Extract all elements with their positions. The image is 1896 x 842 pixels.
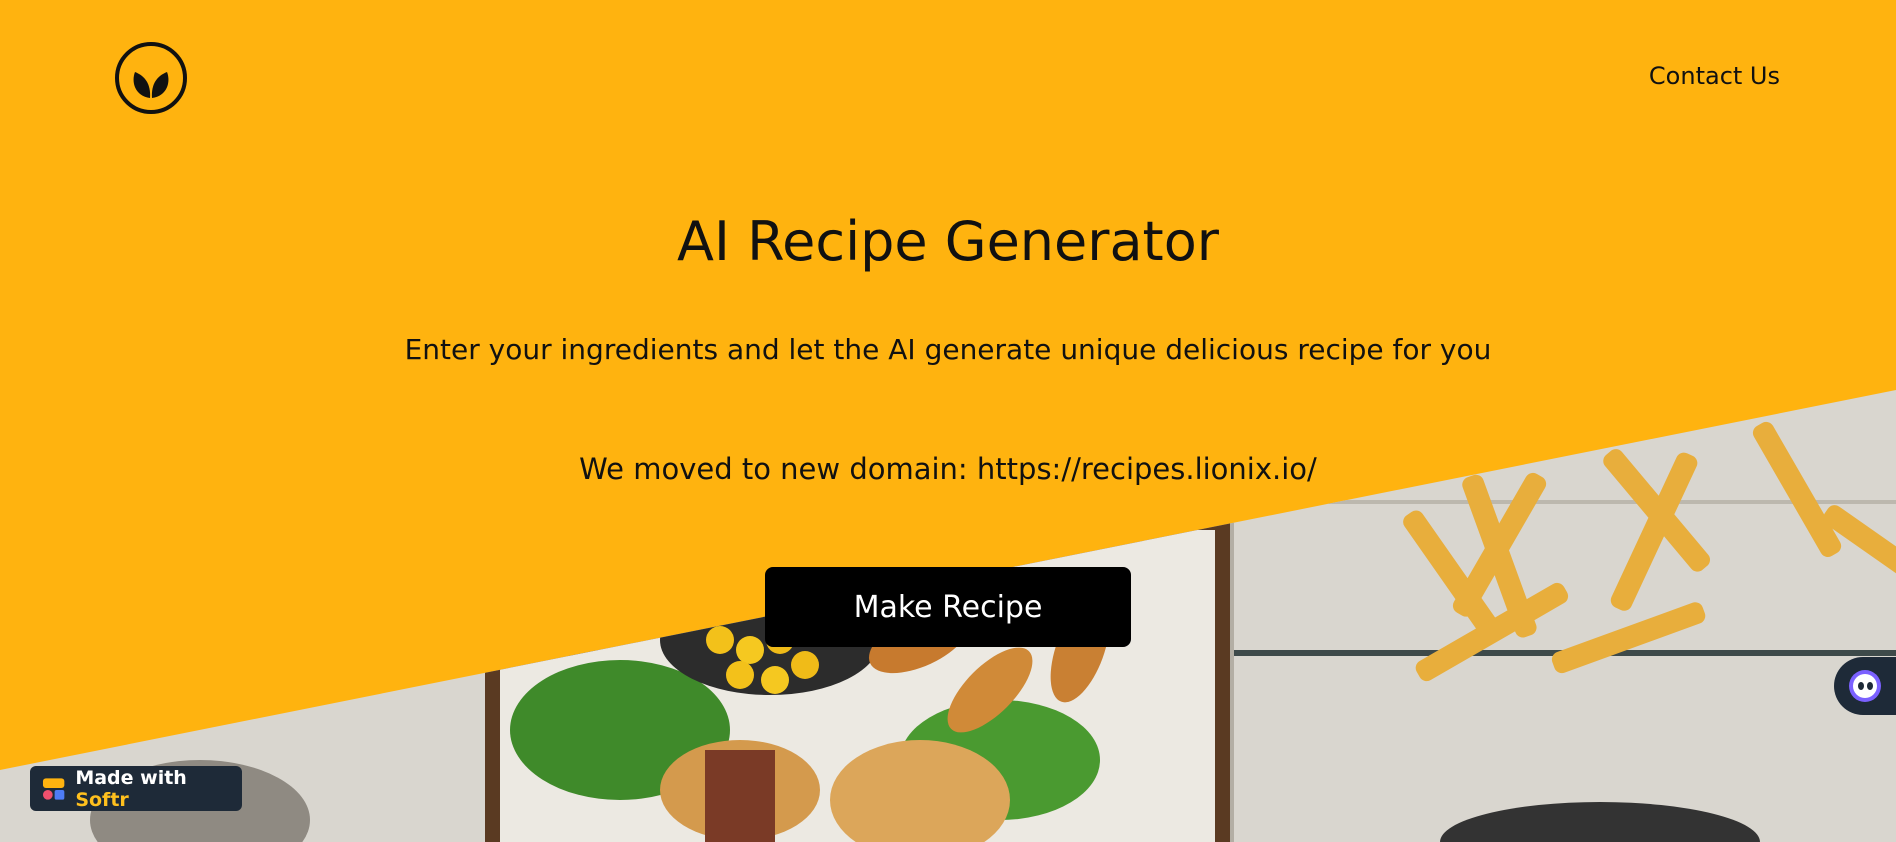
landing-page: Contact Us AI Recipe Generator Enter you… [0,0,1896,842]
chat-widget-button[interactable] [1834,657,1896,715]
page-title: AI Recipe Generator [677,210,1219,273]
made-with-softr-badge[interactable]: Made with Softr [30,766,242,811]
leaf-logo-icon[interactable] [113,40,189,116]
softr-badge-label: Made with Softr [75,766,187,811]
domain-notice: We moved to new domain: https://recipes.… [579,452,1317,486]
contact-us-link[interactable]: Contact Us [1649,62,1780,90]
food-background-image [0,390,1896,842]
chat-bot-icon [1849,670,1881,702]
hero-subtitle: Enter your ingredients and let the AI ge… [404,333,1492,366]
make-recipe-button[interactable]: Make Recipe [765,567,1131,647]
softr-logo-icon [42,777,65,800]
